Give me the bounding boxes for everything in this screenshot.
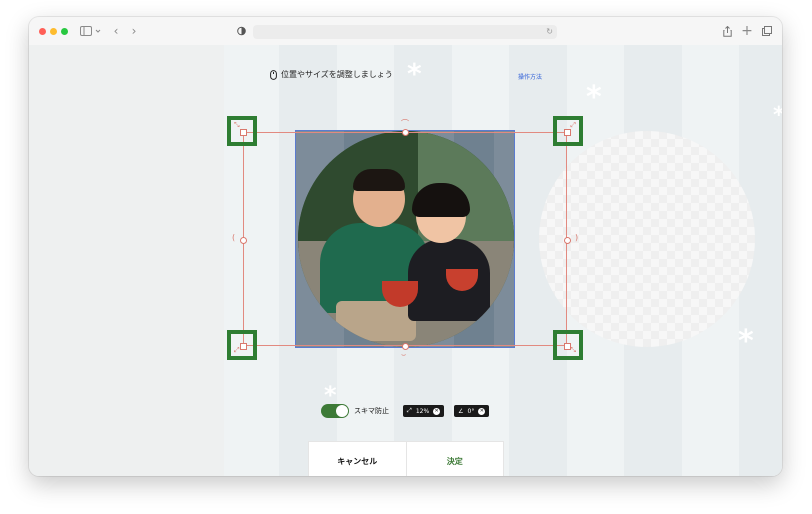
share-icon[interactable] (721, 23, 733, 39)
left-middle-handle[interactable] (240, 237, 247, 244)
rotate-bottom-icon[interactable]: ⌣ (401, 350, 406, 360)
diagonal-arrow-icon: ⤢ (234, 346, 240, 354)
sidebar-toggle-icon[interactable] (79, 23, 101, 39)
howto-link[interactable]: 操作方法 (518, 72, 542, 81)
resize-handle-top-left[interactable]: ⤡ (227, 116, 257, 146)
confirm-button[interactable]: 決定 (407, 442, 504, 476)
adjust-hint: 位置やサイズを調整しましょう (270, 69, 393, 80)
rotation-indicator[interactable]: ∠ 0° ✕ (454, 405, 490, 417)
tab-overview-icon[interactable] (761, 23, 773, 39)
diagonal-arrow-icon: ⤡ (234, 121, 240, 129)
new-tab-icon[interactable]: + (741, 23, 753, 39)
diagonal-arrow-icon: ⤡ (570, 346, 576, 354)
adjust-hint-text: 位置やサイズを調整しましょう (281, 70, 393, 79)
top-middle-handle[interactable] (402, 129, 409, 136)
right-middle-handle[interactable] (564, 237, 571, 244)
resize-handle-bottom-left[interactable]: ⤢ (227, 330, 257, 360)
scale-indicator[interactable]: ⤢ 12% ✕ (403, 405, 445, 417)
snowflake-decoration: * (407, 57, 422, 90)
cancel-button[interactable]: キャンセル (309, 442, 407, 476)
edit-controls: スキマ防止 ⤢ 12% ✕ ∠ 0° ✕ (321, 403, 490, 419)
back-icon[interactable]: ‹ (111, 23, 121, 39)
resize-handle-top-right[interactable]: ⤢ (553, 116, 583, 146)
reload-icon[interactable]: ↻ (546, 25, 553, 39)
action-buttons: キャンセル 決定 (308, 441, 504, 476)
title-bar: ‹ › ↻ + (29, 17, 782, 46)
forward-icon[interactable]: › (129, 23, 139, 39)
transform-frame[interactable] (243, 132, 567, 346)
address-bar[interactable]: ↻ (253, 25, 557, 39)
mouse-icon (270, 69, 277, 80)
bottom-middle-handle[interactable] (402, 343, 409, 350)
gap-prevention-toggle[interactable] (321, 404, 349, 418)
rotation-value: 0° (467, 407, 475, 415)
resize-icon: ⤢ (407, 407, 412, 414)
rotate-top-icon[interactable]: ⌒ (401, 118, 409, 129)
close-window-button[interactable] (39, 28, 46, 35)
reset-rotation-icon[interactable]: ✕ (478, 407, 486, 415)
page-content: * * * * * 位置やサイズを調整しましょう 操作方法 (29, 45, 782, 476)
gap-prevention-label: スキマ防止 (354, 407, 389, 415)
toggle-knob (336, 405, 348, 417)
resize-handle-bottom-right[interactable]: ⤡ (553, 330, 583, 360)
privacy-shield-icon[interactable] (235, 23, 247, 39)
snowflake-decoration: * (773, 105, 782, 127)
reset-scale-icon[interactable]: ✕ (433, 407, 441, 415)
diagonal-arrow-icon: ⤢ (570, 121, 576, 129)
zoom-window-button[interactable] (61, 28, 68, 35)
snowflake-decoration: * (586, 80, 602, 115)
circle-placeholder (539, 131, 755, 347)
minimize-window-button[interactable] (50, 28, 57, 35)
browser-window: ‹ › ↻ + * * * * * 位置やサイズを調整しましょう (29, 17, 782, 476)
rotate-right-icon[interactable]: ) (575, 233, 578, 242)
rotate-left-icon[interactable]: ( (232, 233, 235, 242)
snowflake-decoration: * (738, 324, 754, 359)
angle-icon: ∠ (458, 407, 464, 415)
scale-value: 12% (415, 407, 430, 415)
